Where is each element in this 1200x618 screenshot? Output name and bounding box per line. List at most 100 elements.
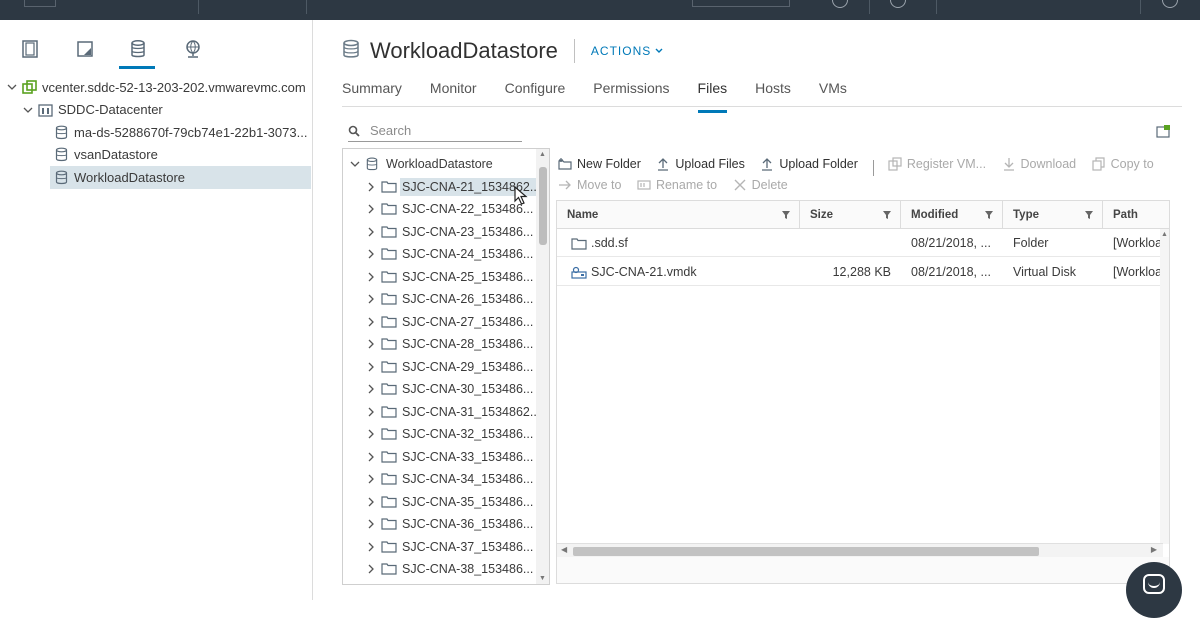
filter-icon[interactable] xyxy=(781,210,791,220)
chevron-right-icon[interactable] xyxy=(365,316,377,328)
folder-tree-item[interactable]: SJC-CNA-24_153486... xyxy=(343,243,535,266)
register-vm-button[interactable]: Register VM... xyxy=(888,154,986,174)
inventory-item-datacenter[interactable]: SDDC-Datacenter xyxy=(0,99,313,122)
rename-to-button[interactable]: Rename to xyxy=(637,175,717,195)
folder-tree-root[interactable]: WorkloadDatastore xyxy=(343,153,495,176)
chevron-right-icon[interactable] xyxy=(365,248,377,260)
delete-button[interactable]: Delete xyxy=(733,175,788,195)
upload-folder-button[interactable]: Upload Folder xyxy=(760,154,858,174)
scrollbar-thumb[interactable] xyxy=(573,547,1039,556)
folder-tree-item[interactable]: SJC-CNA-37_153486... xyxy=(343,536,535,559)
chevron-right-icon[interactable] xyxy=(365,271,377,283)
tab-files[interactable]: Files xyxy=(697,78,727,113)
chevron-right-icon[interactable] xyxy=(365,563,377,575)
scroll-down-icon[interactable]: ▼ xyxy=(539,575,546,582)
hosts-clusters-icon[interactable] xyxy=(19,38,41,60)
chevron-right-icon[interactable] xyxy=(365,226,377,238)
chevron-right-icon[interactable] xyxy=(365,181,377,193)
folder-tree-item[interactable]: SJC-CNA-34_153486... xyxy=(343,468,535,491)
scroll-left-icon[interactable]: ◀ xyxy=(561,545,567,554)
folder-tree-item[interactable]: SJC-CNA-27_153486... xyxy=(343,311,535,334)
new-folder-button[interactable]: New Folder xyxy=(558,154,641,174)
folder-tree-item[interactable]: SJC-CNA-29_153486... xyxy=(343,356,535,379)
grid-vertical-scrollbar[interactable]: ▲ xyxy=(1160,229,1169,544)
chevron-right-icon[interactable] xyxy=(365,541,377,553)
column-header-size[interactable]: Size xyxy=(800,201,901,229)
chevron-right-icon[interactable] xyxy=(365,518,377,530)
filter-icon[interactable] xyxy=(1084,210,1094,220)
chevron-right-icon[interactable] xyxy=(365,293,377,305)
inventory-item-datastore[interactable]: ma-ds-5288670f-79cb74e1-22b1-3073... xyxy=(0,121,313,144)
chevron-right-icon[interactable] xyxy=(365,361,377,373)
tab-summary[interactable]: Summary xyxy=(342,78,402,108)
table-row[interactable]: SJC-CNA-21.vmdk 12,288 KB 08/21/2018, ..… xyxy=(557,258,1165,286)
folder-tree-item[interactable]: SJC-CNA-31_1534862... xyxy=(343,401,542,424)
table-row[interactable]: .sdd.sf 08/21/2018, ... Folder [Workload xyxy=(557,229,1165,257)
folder-tree-scrollbar[interactable]: ▲ ▼ xyxy=(536,149,549,584)
column-header-path[interactable]: Path xyxy=(1103,201,1169,229)
chevron-down-icon xyxy=(655,47,663,55)
help-icon[interactable] xyxy=(890,0,906,8)
tab-hosts[interactable]: Hosts xyxy=(755,78,791,108)
user-menu-icon[interactable] xyxy=(1162,0,1178,8)
chevron-right-icon[interactable] xyxy=(365,406,377,418)
tab-monitor[interactable]: Monitor xyxy=(430,78,477,108)
chevron-right-icon[interactable] xyxy=(365,451,377,463)
scroll-up-icon[interactable]: ▲ xyxy=(539,151,546,158)
chevron-right-icon[interactable] xyxy=(365,473,377,485)
download-button[interactable]: Download xyxy=(1002,154,1076,174)
scroll-up-icon[interactable]: ▲ xyxy=(1161,231,1168,238)
tab-permissions[interactable]: Permissions xyxy=(593,78,669,108)
folder-tree-item[interactable]: SJC-CNA-21_1534862... xyxy=(343,176,543,199)
scrollbar-thumb[interactable] xyxy=(539,167,547,245)
inventory-item-datastore[interactable]: vsanDatastore xyxy=(0,144,313,167)
folder-tree-item[interactable]: SJC-CNA-36_153486... xyxy=(343,513,535,536)
object-tabs: Summary Monitor Configure Permissions Fi… xyxy=(342,78,875,113)
move-to-button[interactable]: Move to xyxy=(558,175,621,195)
chevron-right-icon[interactable] xyxy=(365,496,377,508)
folder-tree-item[interactable]: SJC-CNA-30_153486... xyxy=(343,378,535,401)
chevron-down-icon[interactable] xyxy=(349,158,361,170)
filter-icon[interactable] xyxy=(984,210,994,220)
filter-icon[interactable] xyxy=(882,210,892,220)
scroll-right-icon[interactable]: ▶ xyxy=(1151,545,1157,554)
folder-label: SJC-CNA-24_153486... xyxy=(402,247,534,262)
cell-modified: 08/21/2018, ... xyxy=(911,265,991,279)
column-header-modified[interactable]: Modified xyxy=(901,201,1003,229)
folder-tree-item[interactable]: SJC-CNA-32_153486... xyxy=(343,423,535,446)
folder-tree-item[interactable]: SJC-CNA-22_153486... xyxy=(343,198,535,221)
folder-tree-item[interactable]: SJC-CNA-26_153486... xyxy=(343,288,535,311)
storage-icon[interactable] xyxy=(119,38,155,69)
folder-tree-item[interactable]: SJC-CNA-35_153486... xyxy=(343,491,535,514)
chevron-right-icon[interactable] xyxy=(365,338,377,350)
tab-configure[interactable]: Configure xyxy=(505,78,566,108)
networking-icon[interactable] xyxy=(182,38,204,60)
inventory-item-datastore-selected[interactable]: WorkloadDatastore xyxy=(50,166,311,189)
grid-horizontal-scrollbar[interactable]: ◀ ▶ xyxy=(557,543,1163,557)
folder-tree-item[interactable]: SJC-CNA-23_153486... xyxy=(343,221,535,244)
folder-icon xyxy=(381,360,397,374)
folder-tree-item[interactable]: SJC-CNA-38_153486... xyxy=(343,558,535,581)
copy-to-button[interactable]: Copy to xyxy=(1092,154,1154,174)
chevron-right-icon[interactable] xyxy=(365,428,377,440)
chat-launcher-button[interactable] xyxy=(1126,562,1182,618)
column-header-type[interactable]: Type xyxy=(1003,201,1103,229)
rename-icon xyxy=(637,180,651,190)
folder-tree-item[interactable]: SJC-CNA-33_153486... xyxy=(343,446,535,469)
chevron-down-icon[interactable] xyxy=(6,81,18,93)
search-input[interactable] xyxy=(370,123,510,138)
header-search-box[interactable] xyxy=(692,0,790,7)
upload-files-button[interactable]: Upload Files xyxy=(656,154,745,174)
folder-tree-item[interactable]: SJC-CNA-28_153486... xyxy=(343,333,535,356)
tab-vms[interactable]: VMs xyxy=(819,78,847,108)
inventory-item-vcenter[interactable]: vcenter.sddc-52-13-203-202.vmwarevmc.com xyxy=(0,76,313,99)
chevron-down-icon[interactable] xyxy=(22,104,34,116)
new-window-icon[interactable] xyxy=(1156,124,1172,138)
chevron-right-icon[interactable] xyxy=(365,203,377,215)
folder-tree-item[interactable]: SJC-CNA-25_153486... xyxy=(343,266,535,289)
actions-menu-button[interactable]: ACTIONS xyxy=(591,44,663,58)
column-header-name[interactable]: Name xyxy=(557,201,800,229)
refresh-icon[interactable] xyxy=(832,0,848,8)
chevron-right-icon[interactable] xyxy=(365,383,377,395)
vms-templates-icon[interactable] xyxy=(74,38,96,60)
